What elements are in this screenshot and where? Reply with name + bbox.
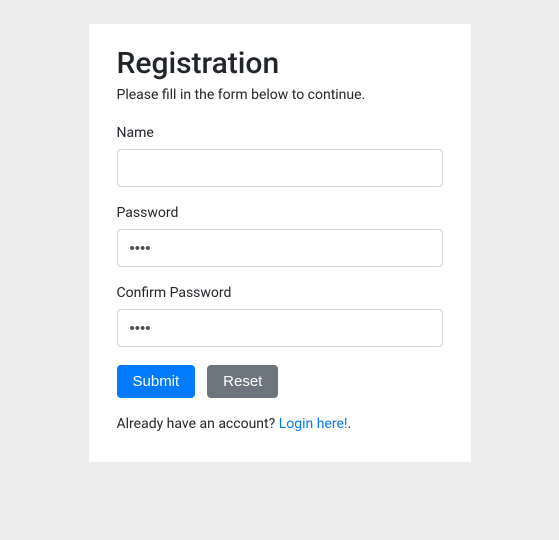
name-label: Name [117, 125, 443, 141]
name-input[interactable] [117, 149, 443, 187]
password-input[interactable] [117, 229, 443, 267]
login-prompt: Already have an account? [117, 416, 279, 432]
page-subtitle: Please fill in the form below to continu… [117, 87, 443, 103]
registration-card: Registration Please fill in the form bel… [89, 24, 471, 462]
page-title: Registration [117, 46, 443, 81]
button-row: Submit Reset [117, 365, 443, 398]
name-group: Name [117, 125, 443, 187]
reset-button[interactable]: Reset [207, 365, 278, 398]
login-text: Already have an account? Login here!. [117, 416, 443, 432]
password-label: Password [117, 205, 443, 221]
submit-button[interactable]: Submit [117, 365, 196, 398]
password-group: Password [117, 205, 443, 267]
login-suffix: . [347, 416, 351, 432]
confirm-password-group: Confirm Password [117, 285, 443, 347]
login-link[interactable]: Login here! [279, 416, 348, 432]
confirm-password-input[interactable] [117, 309, 443, 347]
confirm-password-label: Confirm Password [117, 285, 443, 301]
